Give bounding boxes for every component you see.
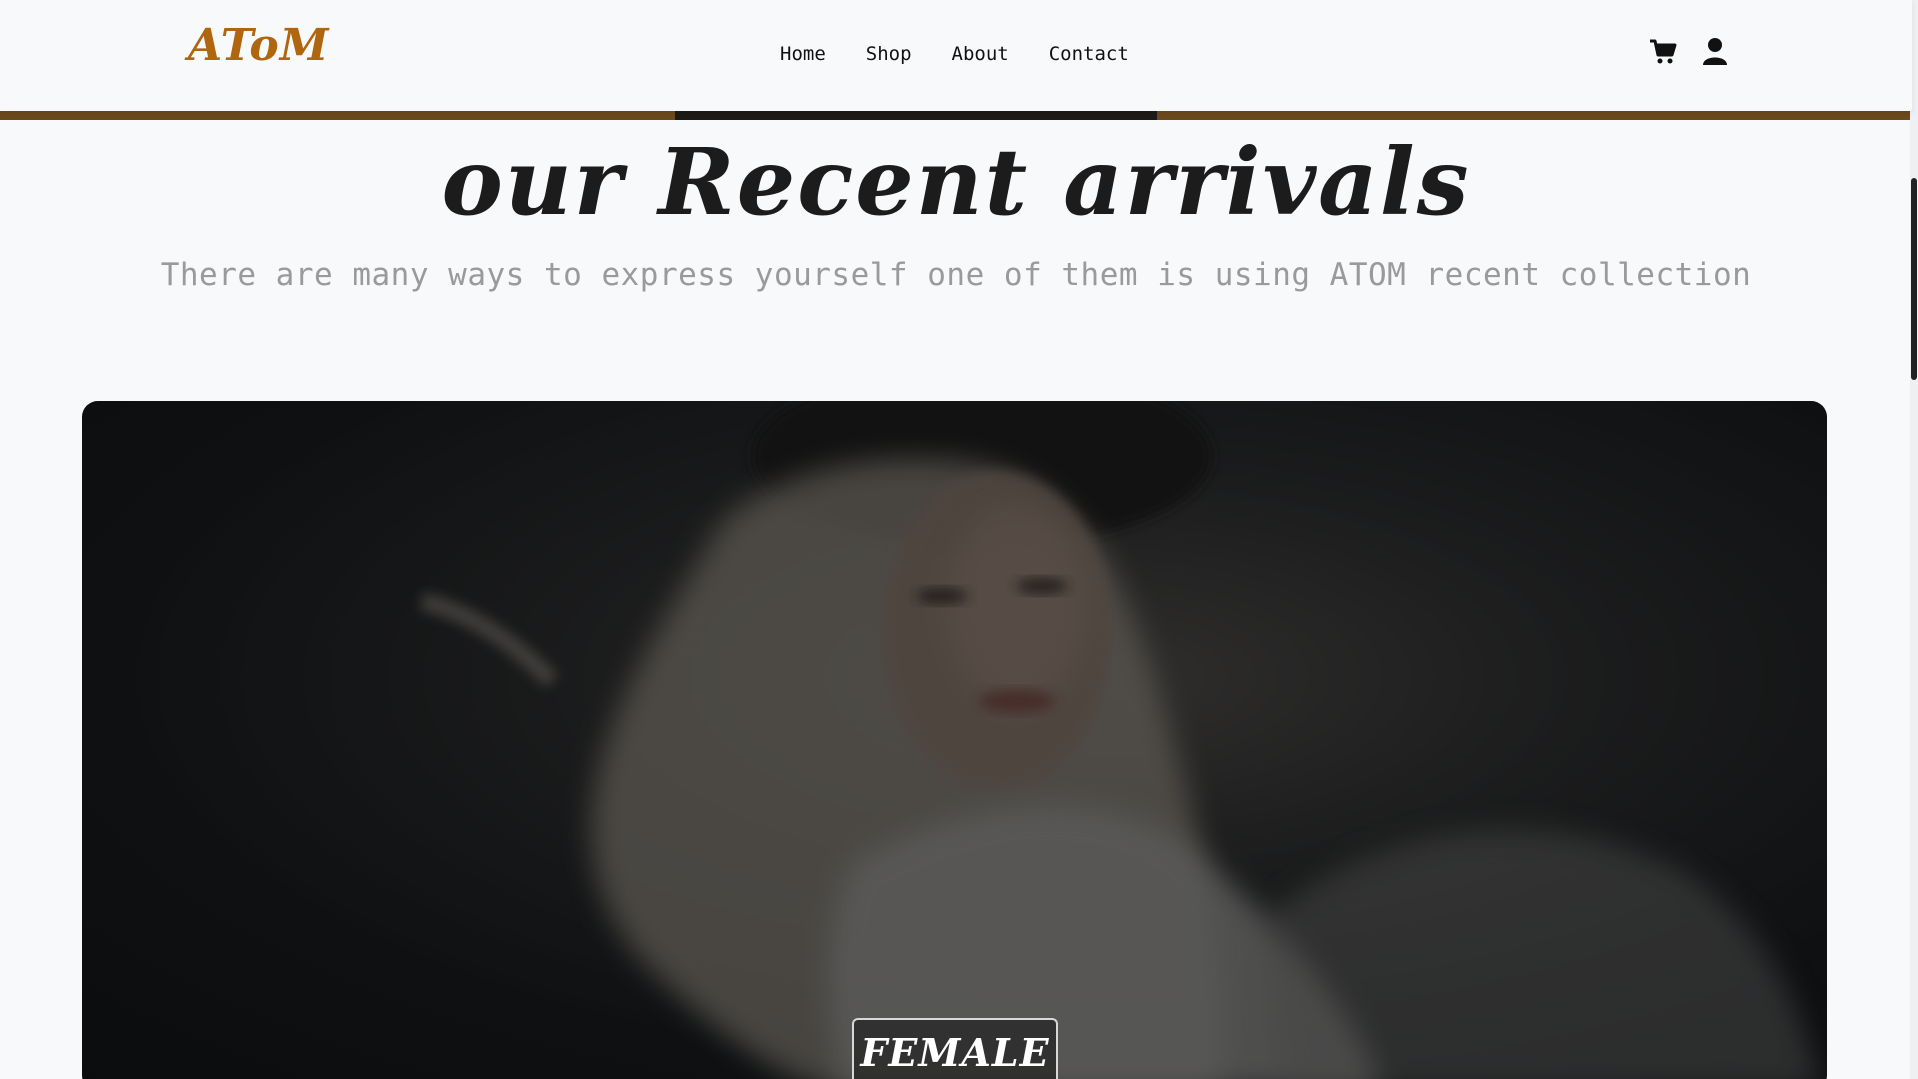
nav-link-home[interactable]: Home	[780, 43, 826, 65]
nav-link-shop[interactable]: Shop	[866, 43, 912, 65]
section-subtitle: There are many ways to express yourself …	[160, 257, 1752, 293]
brand-logo[interactable]: AToM	[188, 20, 329, 71]
user-icon[interactable]	[1700, 36, 1730, 66]
nav-link-about[interactable]: About	[952, 43, 1009, 65]
hero-photo	[82, 401, 1827, 1079]
navbar-accent-strip	[0, 111, 1912, 120]
nav-links: Home Shop About Contact	[780, 43, 1129, 65]
section-title: our Recent arrivals	[441, 128, 1471, 236]
hero-strip-peek	[675, 111, 1157, 120]
navbar: AToM Home Shop About Contact	[0, 0, 1912, 111]
cart-icon[interactable]	[1648, 36, 1678, 66]
nav-icons	[1648, 36, 1730, 66]
nav-link-contact[interactable]: Contact	[1049, 43, 1129, 65]
hero-category-label[interactable]: FEMALE	[852, 1018, 1058, 1079]
hero-card[interactable]	[82, 401, 1827, 1079]
